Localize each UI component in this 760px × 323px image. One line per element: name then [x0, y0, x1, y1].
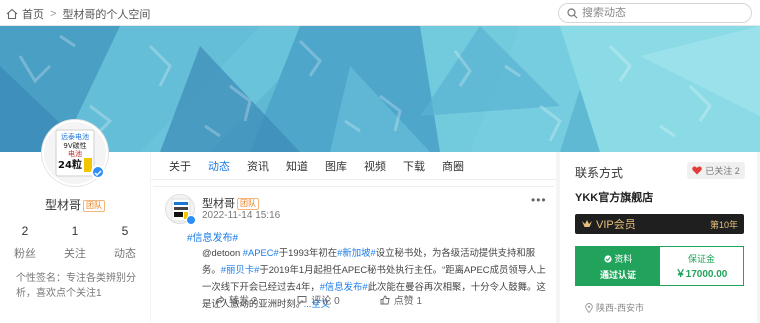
post-timestamp: 2022-11-14 15:16 — [202, 210, 281, 221]
stat-fans-value: 2 — [21, 224, 29, 238]
post-text-segment: 于1993年初在 — [278, 247, 338, 258]
avatar-count-text: 24粒 — [58, 158, 82, 171]
cert-left-status: 通过认证 — [599, 270, 636, 280]
vip-label: VIP会员 — [596, 219, 636, 231]
tab-business[interactable]: 商圈 — [442, 158, 464, 174]
tab-videos[interactable]: 视频 — [364, 158, 386, 174]
vip-badge: VIP会员 第10年 — [575, 214, 744, 234]
profile-bio: 个性签名：专注各类辨别分析，喜欢点个关注1 — [16, 273, 136, 299]
more-options-icon[interactable]: ••• — [531, 193, 547, 207]
share-button[interactable]: 转发 2 — [215, 292, 257, 307]
comment-label: 评论 0 — [311, 296, 340, 307]
cert-deposit: 保证金 ￥17000.00 — [660, 247, 743, 285]
follow-count: 2 — [734, 165, 740, 176]
stat-posts-value: 5 — [121, 224, 129, 238]
location-pin-icon — [585, 302, 593, 313]
stat-following-value: 1 — [71, 224, 79, 238]
like-button[interactable]: 点赞 1 — [380, 292, 422, 307]
cert-deposit-amount: ￥17000.00 — [675, 269, 728, 280]
profile-stats: 2 粉丝 1 关注 5 动态 — [0, 224, 150, 261]
cert-verified-line1: 资料 — [576, 251, 660, 267]
heart-icon — [692, 166, 702, 175]
post-verified-icon — [186, 215, 196, 225]
post-author-text: 型材哥 — [202, 198, 235, 210]
stat-fans-label: 粉丝 — [14, 248, 36, 260]
team-badge: 团队 — [83, 199, 105, 212]
certification-box: 资料 通过认证 保证金 ￥17000.00 — [575, 246, 744, 286]
post-actions: 转发 2 评论 0 点赞 1 — [215, 292, 515, 307]
avatar-line1-text: 9V碳性 — [63, 141, 86, 150]
post-text-segment: @detoon — [202, 247, 243, 258]
profile-banner — [0, 26, 760, 152]
breadcrumb-current: 型材哥的个人空间 — [62, 9, 151, 21]
banner-background — [0, 26, 760, 152]
stat-following-label: 关注 — [64, 248, 86, 260]
comment-icon — [297, 295, 307, 305]
location: 陕西-西安市 — [585, 301, 644, 314]
tab-gallery[interactable]: 图库 — [325, 158, 347, 174]
share-icon — [215, 294, 225, 305]
verified-badge-icon — [91, 165, 105, 179]
tab-news[interactable]: 资讯 — [247, 158, 269, 174]
tab-qa[interactable]: 知道 — [286, 158, 308, 174]
avatar-line2-text: 电池 — [68, 149, 82, 158]
home-icon — [6, 8, 18, 20]
like-icon — [380, 295, 390, 304]
contact-panel: 联系方式 已关注 2 YKK官方旗舰店 VIP会员 第10年 资料 通过认证 保… — [560, 152, 757, 323]
cert-verified: 资料 通过认证 — [576, 247, 660, 285]
contact-title: 联系方式 — [575, 166, 624, 180]
share-label: 转发 2 — [229, 296, 258, 307]
stat-following[interactable]: 1 关注 — [64, 224, 86, 261]
profile-name: 型材哥 团队 — [0, 196, 150, 213]
follow-button[interactable]: 已关注 2 — [687, 162, 745, 179]
like-label: 点赞 1 — [393, 296, 423, 307]
post-topic[interactable]: #信息发布# — [187, 229, 238, 244]
post-card: 型材哥 团队 2022-11-14 15:16 ••• #信息发布# @detoo… — [153, 186, 554, 323]
stat-fans[interactable]: 2 粉丝 — [14, 224, 36, 261]
stat-posts[interactable]: 5 动态 — [114, 224, 136, 261]
tab-downloads[interactable]: 下载 — [403, 158, 425, 174]
cert-left-title: 资料 — [614, 254, 633, 264]
profile-name-text: 型材哥 — [44, 198, 81, 212]
follow-label: 已关注 — [705, 166, 733, 176]
check-circle-icon — [604, 255, 612, 263]
post-author-name[interactable]: 型材哥 团队 — [202, 195, 259, 211]
vip-crown-icon — [582, 220, 592, 227]
post-hashtag-link[interactable]: #信息发布# — [320, 281, 368, 292]
search-input[interactable] — [582, 7, 742, 19]
stat-posts-label: 动态 — [114, 248, 136, 260]
post-hashtag-link[interactable]: #丽贝卡# — [221, 264, 260, 275]
breadcrumb-home[interactable]: 首页 — [22, 6, 44, 22]
tab-activity[interactable]: 动态 — [208, 158, 230, 174]
post-team-badge: 团队 — [237, 198, 259, 211]
post-hashtag-link[interactable]: #新加坡# — [337, 247, 376, 258]
shop-name[interactable]: YKK官方旗舰店 — [575, 189, 653, 205]
comment-button[interactable]: 评论 0 — [297, 292, 340, 307]
profile-tabs: 关于 动态 资讯 知道 图库 视频 下载 商圈 — [151, 152, 556, 180]
search-box[interactable] — [558, 3, 752, 23]
breadcrumb-separator: > — [50, 8, 57, 20]
top-bar: 首页 > 型材哥的个人空间 — [0, 0, 760, 26]
avatar-brand-text: 远泰电池 — [61, 132, 89, 141]
breadcrumb: 首页 > 型材哥的个人空间 — [6, 6, 150, 22]
vip-years: 第10年 — [709, 219, 738, 230]
location-text: 陕西-西安市 — [596, 303, 644, 313]
cert-right-title: 保证金 — [687, 254, 715, 264]
search-icon — [567, 7, 578, 18]
post-hashtag-link[interactable]: #APEC# — [243, 247, 279, 258]
tab-about[interactable]: 关于 — [169, 158, 191, 174]
